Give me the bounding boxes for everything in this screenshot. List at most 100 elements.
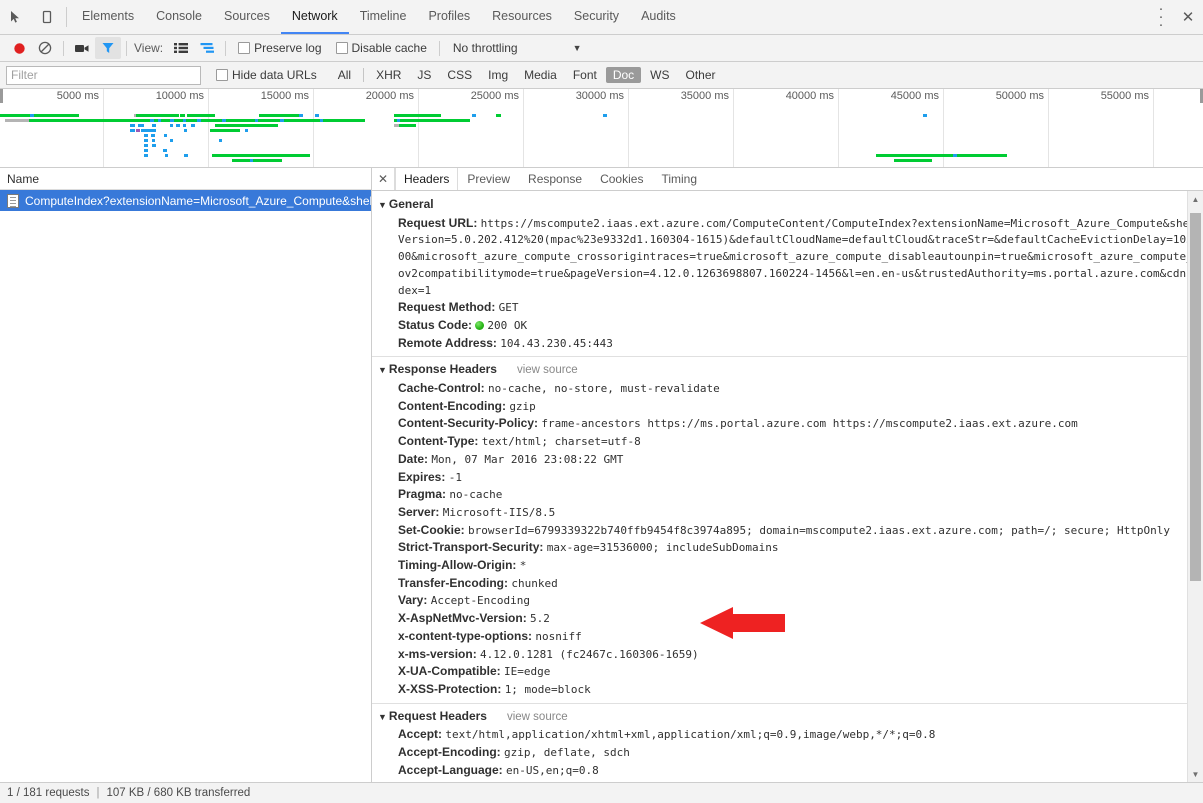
header-value: nosniff bbox=[535, 629, 582, 643]
tab-response[interactable]: Response bbox=[519, 168, 591, 190]
throttling-select[interactable]: No throttling ▼ bbox=[445, 41, 582, 55]
overview-bar bbox=[144, 144, 148, 147]
tab-timeline[interactable]: Timeline bbox=[349, 0, 418, 34]
overview-bar bbox=[144, 139, 148, 142]
overview-bar bbox=[152, 124, 156, 127]
waterfall-view-icon[interactable] bbox=[194, 37, 220, 59]
inspect-element-icon[interactable] bbox=[0, 0, 31, 34]
section-header-response-headers[interactable]: ▼ Response Headers view source bbox=[372, 361, 1203, 379]
tab-resources[interactable]: Resources bbox=[481, 0, 563, 34]
section-header-request-headers[interactable]: ▼ Request Headers view source bbox=[372, 708, 1203, 726]
request-name: ComputeIndex?extensionName=Microsoft_Azu… bbox=[25, 193, 371, 208]
header-row: Accept: text/html,application/xhtml+xml,… bbox=[372, 726, 1203, 744]
tab-profiles[interactable]: Profiles bbox=[417, 0, 481, 34]
header-row: Request URL: https://mscompute2.iaas.ext… bbox=[372, 215, 1203, 300]
filter-chip-media[interactable]: Media bbox=[517, 67, 564, 83]
filter-input[interactable] bbox=[6, 65, 201, 85]
header-row: x-content-type-options: nosniff bbox=[372, 628, 1203, 646]
filter-chip-doc[interactable]: Doc bbox=[605, 67, 642, 83]
overview-bar bbox=[130, 129, 135, 132]
statusbar-separator: | bbox=[96, 787, 100, 799]
view-source-link[interactable]: view source bbox=[517, 362, 578, 379]
close-detail-icon[interactable]: ✕ bbox=[372, 168, 394, 190]
header-row: Server: Microsoft-IIS/8.5 bbox=[372, 504, 1203, 522]
header-value: 104.43.230.45:443 bbox=[500, 336, 613, 350]
disable-cache-checkbox[interactable]: Disable cache bbox=[329, 41, 434, 55]
document-icon bbox=[7, 193, 19, 208]
toolbar-divider-2 bbox=[126, 40, 127, 56]
header-name: Expires: bbox=[398, 469, 449, 484]
filter-chip-ws[interactable]: WS bbox=[643, 67, 676, 83]
filter-chip-font[interactable]: Font bbox=[566, 67, 604, 83]
header-row: Date: Mon, 07 Mar 2016 23:08:22 GMT bbox=[372, 451, 1203, 469]
tab-preview[interactable]: Preview bbox=[458, 168, 519, 190]
scrollbar-thumb[interactable] bbox=[1190, 213, 1201, 581]
tab-cookies[interactable]: Cookies bbox=[591, 168, 652, 190]
header-name: X-AspNetMvc-Version: bbox=[398, 611, 531, 626]
filter-chip-js[interactable]: JS bbox=[410, 67, 438, 83]
hide-data-urls-label: Hide data URLs bbox=[232, 68, 317, 82]
close-icon[interactable]: ✕ bbox=[1173, 8, 1203, 26]
tab-timing[interactable]: Timing bbox=[652, 168, 706, 190]
overview-bar bbox=[170, 124, 173, 127]
header-row: X-UA-Compatible: IE=edge bbox=[372, 663, 1203, 681]
overview-bar bbox=[394, 124, 399, 127]
preserve-log-checkbox[interactable]: Preserve log bbox=[231, 41, 328, 55]
table-row[interactable]: ComputeIndex?extensionName=Microsoft_Azu… bbox=[0, 190, 371, 211]
scroll-up-arrow[interactable]: ▲ bbox=[1188, 191, 1203, 207]
list-view-icon[interactable] bbox=[168, 37, 194, 59]
device-toolbar-icon[interactable] bbox=[31, 0, 62, 34]
overview-bar bbox=[163, 149, 167, 152]
overview-bar bbox=[212, 154, 310, 157]
devtools-tabbar: Elements Console Sources Network Timelin… bbox=[0, 0, 1203, 35]
header-row: X-XSS-Protection: 1; mode=block bbox=[372, 681, 1203, 699]
overview-bar bbox=[280, 119, 284, 122]
filter-chip-other[interactable]: Other bbox=[679, 67, 723, 83]
chevron-down-icon: ▼ bbox=[378, 200, 387, 210]
tab-security[interactable]: Security bbox=[563, 0, 630, 34]
overview-bar bbox=[894, 159, 932, 162]
header-value: en-US,en;q=0.8 bbox=[506, 763, 599, 777]
header-name: Vary: bbox=[398, 593, 431, 608]
overview-bar bbox=[5, 119, 29, 122]
status-ok-indicator bbox=[475, 320, 485, 330]
vertical-scrollbar[interactable]: ▲ ▼ bbox=[1187, 191, 1203, 782]
header-value: gzip, deflate, sdch bbox=[504, 746, 630, 760]
overview-bar bbox=[394, 119, 470, 122]
overview-bar bbox=[183, 124, 186, 127]
filter-chip-xhr[interactable]: XHR bbox=[369, 67, 408, 83]
checkbox-box bbox=[335, 42, 348, 54]
filter-funnel-icon[interactable] bbox=[95, 37, 121, 59]
overview-bar bbox=[0, 114, 30, 117]
network-overview-timeline[interactable]: 5000 ms 10000 ms 15000 ms 20000 ms 25000 ms 3… bbox=[0, 89, 1203, 168]
network-toolbar: View: Preserve log Disable cache No thro… bbox=[0, 35, 1203, 62]
devtools-window: Elements Console Sources Network Timelin… bbox=[0, 0, 1203, 803]
header-row: Set-Cookie: browserId=6799339322b740ffb9… bbox=[372, 522, 1203, 540]
request-list-header[interactable]: Name bbox=[0, 168, 371, 190]
tab-sources[interactable]: Sources bbox=[213, 0, 281, 34]
tab-headers[interactable]: Headers bbox=[395, 168, 459, 190]
tab-audits[interactable]: Audits bbox=[630, 0, 687, 34]
request-list[interactable]: ComputeIndex?extensionName=Microsoft_Azu… bbox=[0, 190, 371, 782]
scroll-down-arrow[interactable]: ▼ bbox=[1188, 766, 1203, 782]
hide-data-urls-checkbox[interactable]: Hide data URLs bbox=[209, 68, 324, 82]
view-source-link[interactable]: view source bbox=[507, 709, 568, 726]
record-button[interactable] bbox=[6, 37, 32, 59]
more-vertical-icon[interactable]: · · · bbox=[1149, 1, 1173, 32]
filter-chip-all[interactable]: All bbox=[331, 67, 358, 83]
camera-icon[interactable] bbox=[69, 37, 95, 59]
clear-button[interactable] bbox=[32, 37, 58, 59]
section-header-general[interactable]: ▼ General bbox=[372, 196, 1203, 214]
tab-elements[interactable]: Elements bbox=[71, 0, 145, 34]
filter-chip-img[interactable]: Img bbox=[481, 67, 515, 83]
overview-bar bbox=[184, 154, 188, 157]
filter-chip-css[interactable]: CSS bbox=[440, 67, 479, 83]
overview-bar bbox=[876, 154, 1007, 157]
header-value: 5.2 bbox=[530, 612, 550, 626]
section-title-text: Request Headers bbox=[388, 708, 487, 723]
overview-bar bbox=[394, 114, 441, 117]
tab-network[interactable]: Network bbox=[280, 0, 349, 34]
header-row: Vary: Accept-Encoding bbox=[372, 592, 1203, 610]
tab-console[interactable]: Console bbox=[145, 0, 213, 34]
section-divider bbox=[372, 702, 1203, 704]
